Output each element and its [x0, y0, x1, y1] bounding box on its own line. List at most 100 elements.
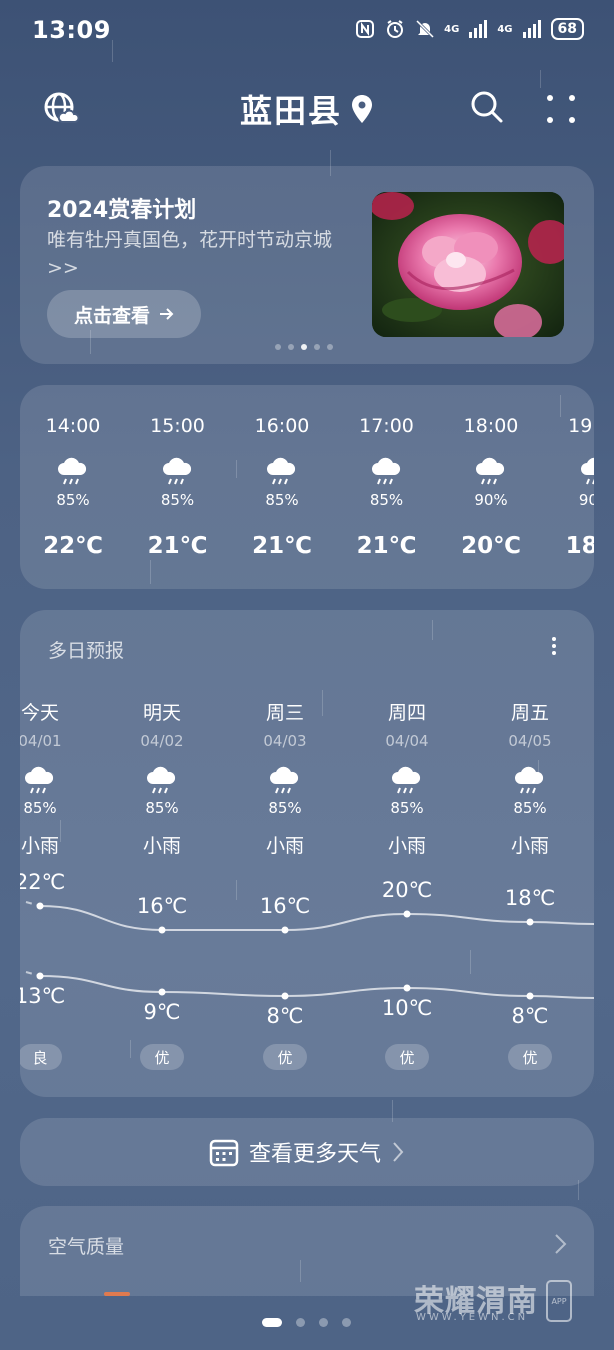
search-button[interactable]	[470, 90, 504, 124]
page-dot[interactable]	[319, 1318, 328, 1327]
status-bar: 13:09 4G 4G 68	[0, 0, 614, 62]
carousel-dot	[275, 344, 281, 350]
high-temp-point	[403, 910, 411, 918]
promo-subtitle: 唯有牡丹真国色，花开时节动京城>>	[47, 229, 333, 279]
day-name: 明天	[142, 702, 181, 724]
carousel-dot	[327, 344, 333, 350]
peony-image[interactable]	[372, 192, 564, 337]
day-precip: 85%	[268, 799, 302, 817]
page-dot[interactable]	[342, 1318, 351, 1327]
daily-forecast-card[interactable]: 多日预报 今天 04/01 85% 小雨 明天 04/02 85% 小雨 周三 04/03 85% 小…	[20, 610, 594, 1097]
signal-icon	[467, 18, 489, 40]
rain-icon	[512, 766, 548, 796]
location-name: 蓝田县	[239, 92, 342, 130]
hour-time: 17:00	[359, 415, 414, 437]
day-precip: 85%	[390, 799, 424, 817]
hour-precip: 85%	[56, 491, 90, 509]
watermark-sub: WWW.YEWN.CN	[416, 1312, 529, 1323]
hour-temp: 22℃	[43, 533, 103, 559]
high-temp-point	[158, 926, 166, 934]
status-time: 13:09	[32, 16, 111, 44]
top-bar: 蓝田县	[0, 80, 614, 140]
hour-time: 16:00	[254, 415, 310, 437]
rain-icon	[473, 457, 509, 487]
high-temp-label: 16℃	[136, 894, 188, 918]
hour-time: 19:00	[568, 415, 594, 437]
high-temp-point	[281, 926, 289, 934]
status-icons: 4G 4G 68	[354, 18, 584, 40]
low-temp-point	[36, 972, 44, 980]
aqi-badge: 优	[385, 1044, 429, 1070]
search-icon	[471, 91, 503, 123]
arrow-right-icon	[160, 308, 174, 320]
day-date: 04/02	[140, 732, 184, 750]
carousel-dots	[275, 344, 333, 350]
promo-title: 2024赏春计划	[47, 198, 197, 223]
air-quality-title: 空气质量	[48, 1236, 125, 1258]
promo-card[interactable]: 2024赏春计划 唯有牡丹真国色，花开时节动京城>> 点击查看	[20, 166, 594, 364]
day-date: 04/03	[263, 732, 307, 750]
carousel-dot	[314, 344, 320, 350]
rain-icon	[264, 457, 300, 487]
rain-icon	[22, 766, 58, 796]
high-temp-label: 18℃	[504, 886, 556, 910]
rain-icon	[389, 766, 425, 796]
rain-icon	[267, 766, 303, 796]
day-condition: 小雨	[387, 835, 426, 857]
battery-indicator: 68	[550, 18, 584, 40]
rain-icon	[369, 457, 405, 487]
day-condition: 小雨	[510, 835, 549, 857]
day-condition: 小雨	[265, 835, 304, 857]
aqi-badge: 优	[508, 1044, 552, 1070]
aqi-gauge-marker	[104, 1292, 130, 1296]
hour-precip: 90%	[474, 491, 508, 509]
low-temp-label: 13℃	[20, 984, 66, 1008]
low-temp-label: 9℃	[143, 1000, 181, 1024]
promo-view-label: 点击查看	[73, 304, 150, 327]
high-temp-point	[36, 902, 44, 910]
high-temp-point	[526, 918, 534, 926]
high-temp-label: 20℃	[381, 878, 433, 902]
low-temp-label: 10℃	[381, 996, 433, 1020]
carousel-dot	[301, 344, 307, 350]
mute-bell-icon	[414, 18, 436, 40]
low-temp-label: 8℃	[266, 1004, 304, 1028]
day-date: 04/01	[20, 732, 62, 750]
low-temp-point	[281, 992, 289, 1000]
more-weather-button[interactable]: 查看更多天气	[20, 1118, 594, 1186]
aqi-badge: 良	[20, 1044, 62, 1070]
page-dot[interactable]	[262, 1318, 282, 1327]
hourly-forecast-card[interactable]: 14:00 85% 22℃ 15:00 85% 21℃ 16:00 85% 21℃ 17:00 85…	[20, 385, 594, 589]
more-weather-label: 查看更多天气	[248, 1142, 381, 1167]
network-type-2: 4G	[497, 23, 513, 35]
location-title[interactable]: 蓝田县	[0, 86, 614, 132]
low-temp-point	[158, 988, 166, 996]
rain-icon	[55, 457, 91, 487]
day-date: 04/04	[385, 732, 429, 750]
watermark-app-badge: APP	[546, 1280, 572, 1322]
calendar-icon	[209, 1139, 239, 1167]
alarm-icon	[384, 18, 406, 40]
high-temp-label: 16℃	[259, 894, 311, 918]
day-name: 周三	[265, 702, 304, 724]
page-dot[interactable]	[296, 1318, 305, 1327]
day-name: 周四	[387, 702, 426, 724]
day-name: 今天	[20, 702, 59, 724]
page-indicator[interactable]	[262, 1318, 351, 1327]
more-dots-icon	[547, 95, 575, 123]
hour-precip: 90%	[578, 491, 594, 509]
chevron-right-icon	[393, 1142, 404, 1162]
hour-time: 18:00	[463, 415, 519, 437]
hour-time: 14:00	[45, 415, 101, 437]
rain-icon	[144, 766, 180, 796]
watermark-logo: 荣耀渭南 WWW.YEWN.CN APP	[414, 1276, 574, 1326]
aqi-badge: 优	[140, 1044, 184, 1070]
hour-precip: 85%	[369, 491, 404, 509]
more-menu-button[interactable]	[544, 92, 578, 126]
network-type-1: 4G	[444, 23, 460, 35]
chevron-right-icon	[555, 1234, 567, 1254]
location-pin-icon	[352, 95, 372, 123]
promo-view-button[interactable]: 点击查看	[47, 290, 201, 338]
low-temp-label: 8℃	[511, 1004, 549, 1028]
hour-temp: 20℃	[461, 533, 521, 559]
